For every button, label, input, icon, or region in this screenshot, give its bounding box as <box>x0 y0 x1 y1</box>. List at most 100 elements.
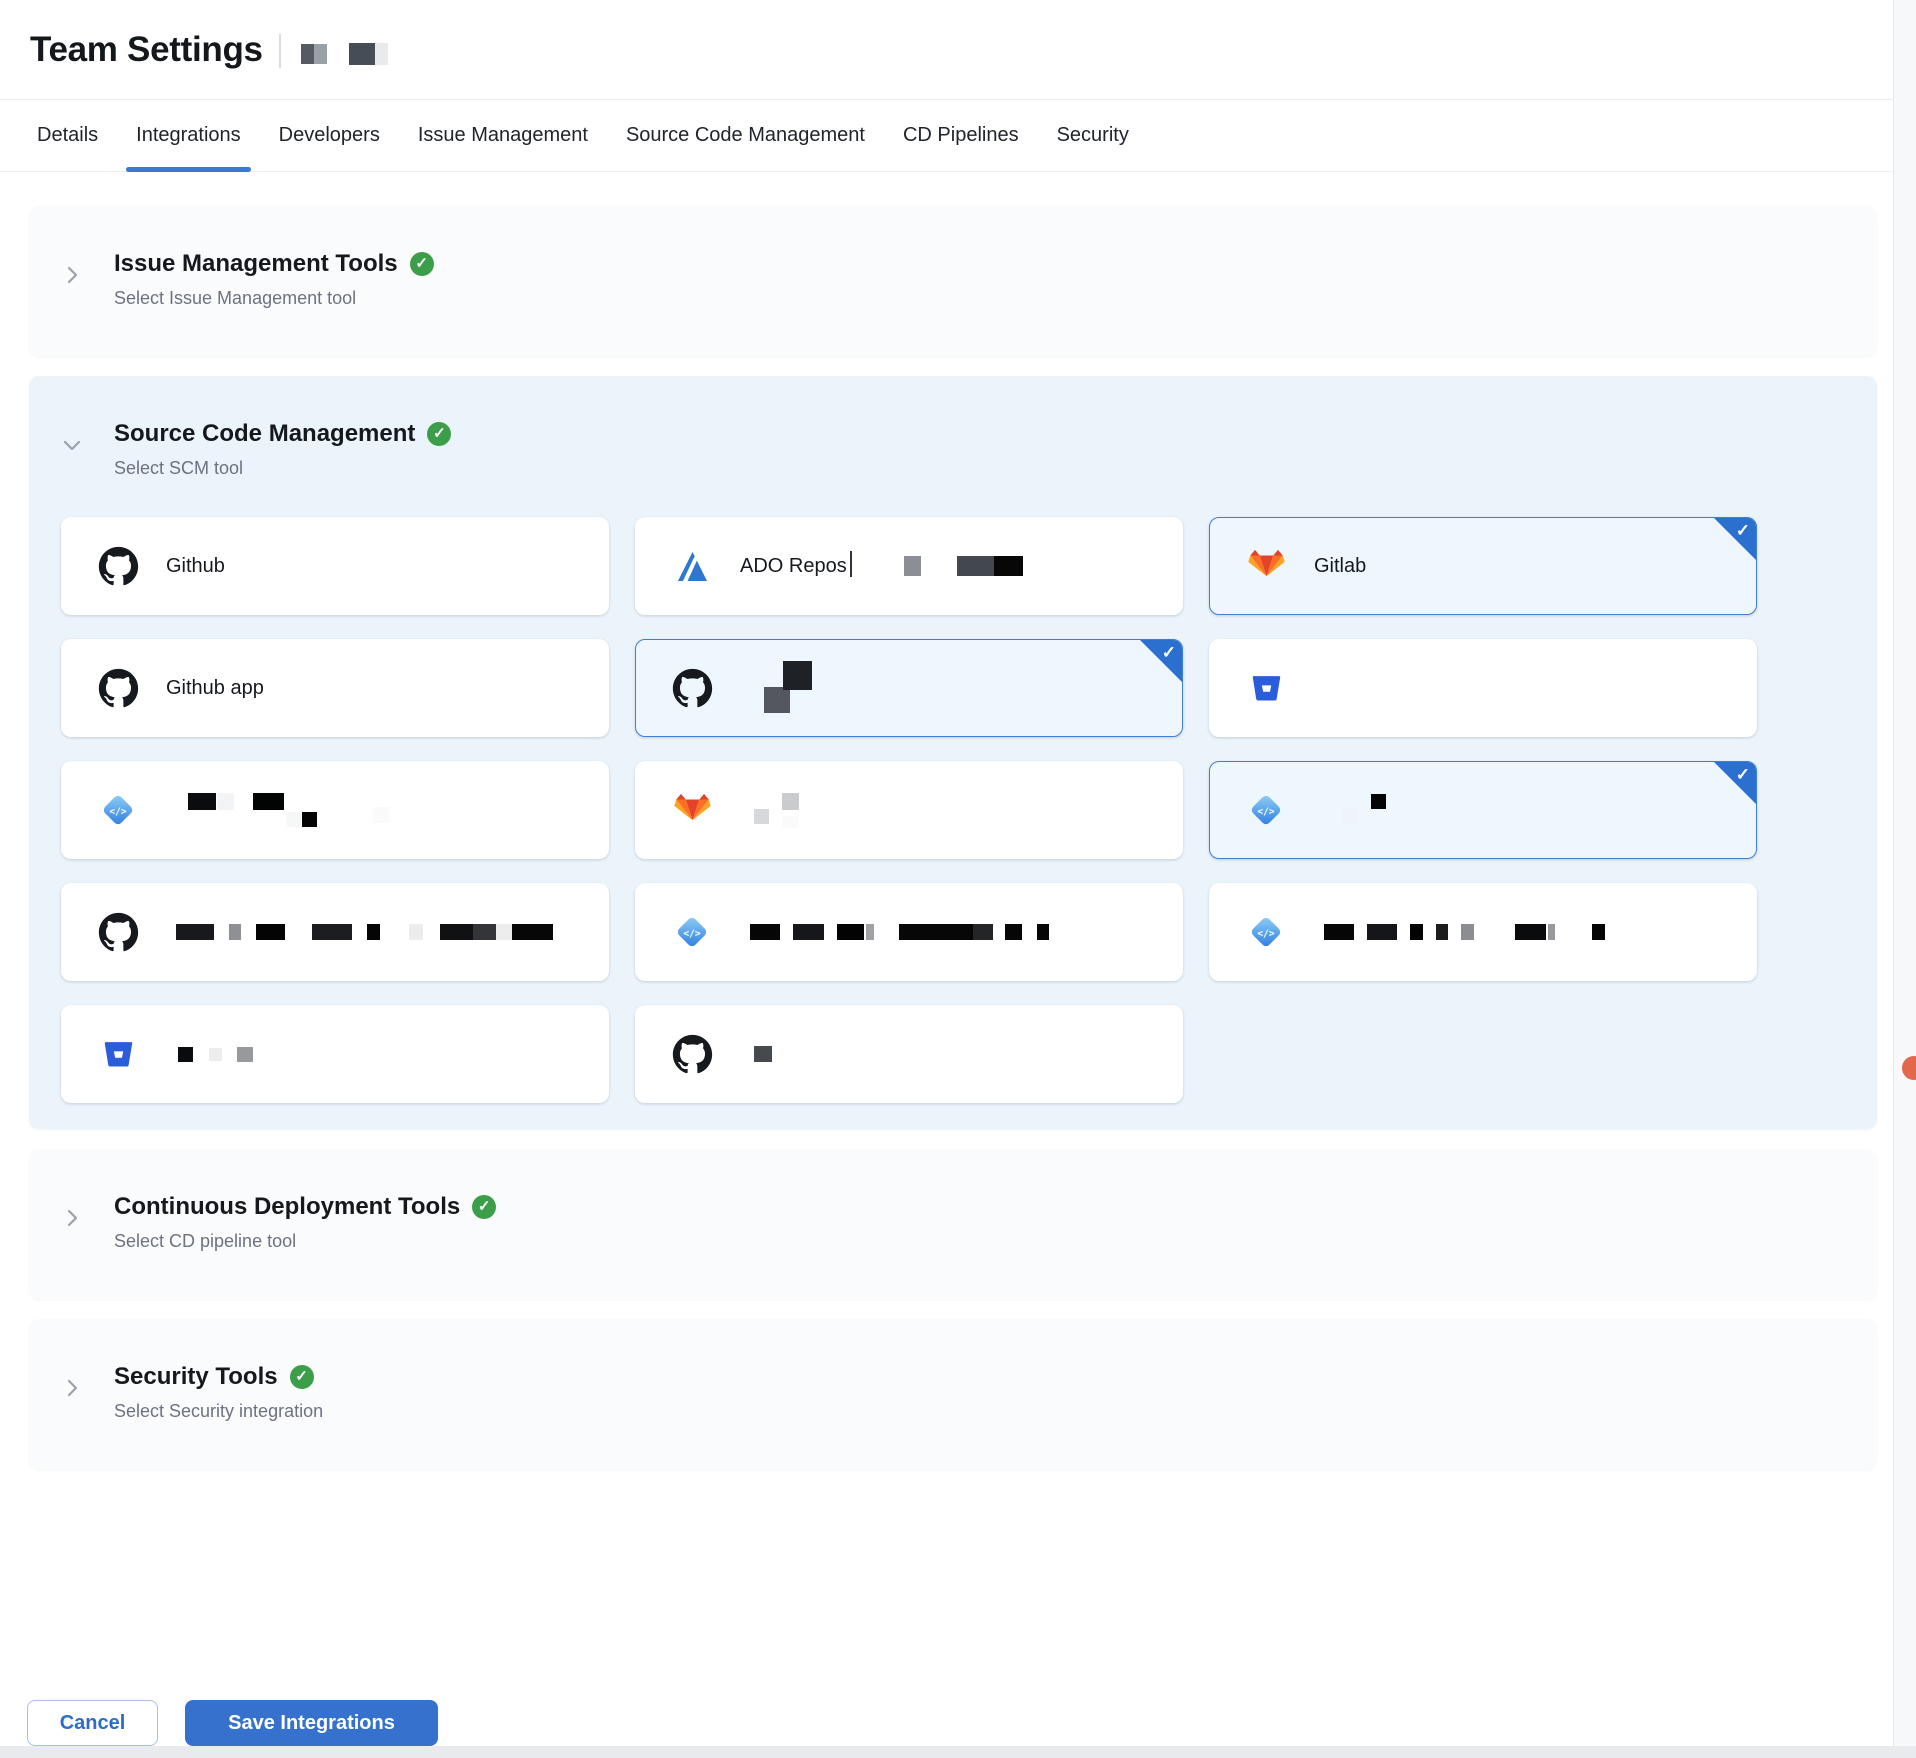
scm-card-bitbucket-5[interactable] <box>1209 639 1757 737</box>
scm-card-github-app[interactable]: Github app <box>61 639 609 737</box>
redacted-text <box>188 793 216 810</box>
section-subtitle: Select Issue Management tool <box>114 288 434 309</box>
redacted-text <box>1515 924 1546 940</box>
page-title: Team Settings <box>30 30 263 70</box>
tab-source-code-management[interactable]: Source Code Management <box>626 100 865 171</box>
redacted-text <box>176 924 214 940</box>
scm-card-code-10[interactable]: </> <box>635 883 1183 981</box>
redacted-text <box>349 43 375 65</box>
tab-bar: Details Integrations Developers Issue Manag… <box>0 100 1916 172</box>
bottom-edge-strip <box>0 1746 1916 1758</box>
redacted-text <box>229 924 241 940</box>
code-icon: </> <box>99 791 137 829</box>
redacted-text <box>899 924 973 940</box>
scm-card-code-6[interactable]: </> <box>61 761 609 859</box>
redacted-text <box>314 44 327 64</box>
check-circle-icon: ✓ <box>290 1365 314 1389</box>
tab-developers[interactable]: Developers <box>279 100 380 171</box>
redacted-text <box>312 924 352 940</box>
check-circle-icon: ✓ <box>410 252 434 276</box>
save-integrations-button[interactable]: Save Integrations <box>185 1700 438 1746</box>
section-source-code-management: Source Code Management ✓ Select SCM tool… <box>29 376 1877 1129</box>
redacted-text <box>440 924 473 940</box>
svg-text:</>: </> <box>109 806 126 817</box>
tab-details[interactable]: Details <box>37 100 98 171</box>
scm-card-github-9[interactable] <box>61 883 609 981</box>
redacted-text <box>783 661 812 690</box>
scm-card-code-11[interactable]: </> <box>1209 883 1757 981</box>
scm-card-github-4[interactable]: ✓ <box>635 639 1183 737</box>
redacted-text <box>904 556 921 576</box>
security-section-header[interactable]: Security Tools ✓ Select Security integra… <box>29 1362 1877 1422</box>
redacted-text <box>512 924 553 940</box>
header-redacted-text <box>301 43 388 65</box>
cd-section-header[interactable]: Continuous Deployment Tools ✓ Select CD … <box>29 1192 1877 1252</box>
redacted-text <box>1592 924 1605 940</box>
redacted-text <box>793 924 824 940</box>
redacted-text <box>373 807 389 823</box>
chevron-right-icon[interactable] <box>60 263 84 309</box>
tab-integrations[interactable]: Integrations <box>136 100 241 171</box>
scm-card-gitlab-7[interactable] <box>635 761 1183 859</box>
redacted-text <box>994 556 1023 576</box>
chevron-right-icon[interactable] <box>60 1206 84 1252</box>
scm-card-github-13[interactable] <box>635 1005 1183 1103</box>
scm-card-bitbucket-12[interactable] <box>61 1005 609 1103</box>
scm-card-label: Gitlab <box>1314 555 1366 578</box>
scm-section-header[interactable]: Source Code Management ✓ Select SCM tool <box>29 419 1877 479</box>
section-subtitle: Select SCM tool <box>114 458 451 479</box>
right-edge-strip <box>1893 0 1916 1758</box>
cancel-button[interactable]: Cancel <box>27 1700 158 1746</box>
redacted-text <box>782 793 799 810</box>
scm-card-gitlab[interactable]: Gitlab ✓ <box>1209 517 1757 615</box>
svg-text:</>: </> <box>683 928 700 939</box>
github-icon <box>98 668 139 709</box>
tab-cd-pipelines[interactable]: CD Pipelines <box>903 100 1019 171</box>
redacted-text <box>286 812 301 827</box>
scm-card-label: Github app <box>166 677 264 700</box>
redacted-text <box>409 924 423 940</box>
scm-tool-grid: GithubADO ReposGitlab✓Github app✓</></>✓… <box>61 517 1845 1103</box>
scm-card-github[interactable]: Github <box>61 517 609 615</box>
redacted-text <box>1410 924 1423 940</box>
chevron-right-icon[interactable] <box>60 1376 84 1422</box>
svg-text:</>: </> <box>1257 928 1274 939</box>
section-issue-management-tools: Issue Management Tools ✓ Select Issue Ma… <box>29 206 1877 356</box>
redacted-text <box>1005 924 1022 940</box>
section-title: Issue Management Tools <box>114 249 398 279</box>
footer-actions: Cancel Save Integrations <box>27 1700 438 1746</box>
page-header: Team Settings <box>0 0 1916 100</box>
redacted-text <box>750 924 780 940</box>
corner-check-icon: ✓ <box>1162 643 1176 663</box>
section-title: Source Code Management <box>114 419 415 449</box>
redacted-text <box>1367 924 1397 940</box>
redacted-text <box>764 687 790 713</box>
chevron-down-icon[interactable] <box>60 433 84 479</box>
github-icon <box>98 912 139 953</box>
tab-issue-management[interactable]: Issue Management <box>418 100 588 171</box>
section-security-tools: Security Tools ✓ Select Security integra… <box>29 1319 1877 1469</box>
corner-check-icon: ✓ <box>1736 521 1750 541</box>
code-icon: </> <box>1247 791 1285 829</box>
scm-card-label: ADO Repos <box>740 555 847 578</box>
redacted-text <box>957 556 994 576</box>
issue-management-section-header[interactable]: Issue Management Tools ✓ Select Issue Ma… <box>29 249 1877 309</box>
scm-card-code-8[interactable]: </>✓ <box>1209 761 1757 859</box>
section-continuous-deployment-tools: Continuous Deployment Tools ✓ Select CD … <box>29 1149 1877 1299</box>
redacted-text <box>496 924 512 940</box>
github-icon <box>98 546 139 587</box>
redacted-text <box>1548 924 1555 940</box>
redacted-text <box>1371 794 1386 809</box>
azure-devops-icon <box>676 550 709 583</box>
scm-card-ado-repos[interactable]: ADO Repos <box>635 517 1183 615</box>
gitlab-icon <box>674 793 711 828</box>
check-circle-icon: ✓ <box>472 1195 496 1219</box>
redacted-text <box>217 793 234 810</box>
section-subtitle: Select CD pipeline tool <box>114 1231 496 1252</box>
redacted-text <box>973 924 993 940</box>
redacted-text <box>1342 807 1358 823</box>
redacted-text <box>301 44 314 64</box>
tab-security[interactable]: Security <box>1057 100 1129 171</box>
redacted-text <box>1037 924 1049 940</box>
bitbucket-icon <box>102 1038 135 1071</box>
